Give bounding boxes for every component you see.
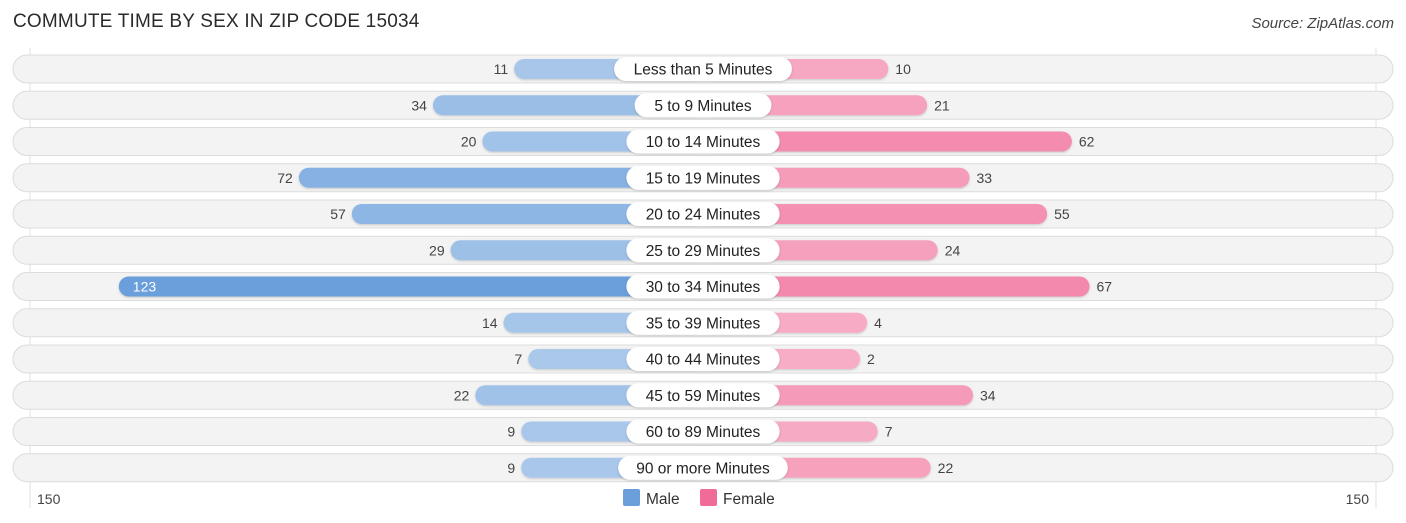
category-label: 90 or more Minutes — [636, 460, 770, 477]
legend-swatch-female — [700, 489, 717, 506]
category-label: 20 to 24 Minutes — [646, 207, 761, 224]
category-label: 30 to 34 Minutes — [646, 279, 761, 296]
chart-row: 11 10 Less than 5 Minutes — [12, 54, 1394, 84]
value-label-male: 29 — [429, 242, 445, 258]
category-label: 15 to 19 Minutes — [646, 170, 761, 187]
legend-label-female: Female — [723, 491, 775, 508]
category-label: Less than 5 Minutes — [634, 62, 773, 79]
value-label-female: 7 — [885, 424, 893, 440]
category-label: 45 to 59 Minutes — [646, 388, 761, 405]
chart-row: 34 21 5 to 9 Minutes — [12, 90, 1394, 120]
chart-row: 22 34 45 to 59 Minutes — [12, 380, 1394, 410]
value-label-female: 4 — [874, 315, 882, 331]
value-label-female: 33 — [976, 170, 992, 186]
value-label-male: 34 — [411, 97, 427, 113]
legend-swatch-male — [623, 489, 640, 506]
value-label-male: 20 — [461, 134, 477, 150]
chart-row: 9 7 60 to 89 Minutes — [12, 417, 1394, 446]
value-label-male: 123 — [133, 279, 157, 295]
value-label-male: 9 — [507, 460, 515, 476]
value-label-male: 11 — [494, 61, 509, 77]
value-label-male: 14 — [482, 315, 498, 331]
category-label: 40 to 44 Minutes — [646, 352, 761, 369]
chart-row: 20 62 10 to 14 Minutes — [12, 127, 1394, 156]
value-label-female: 21 — [934, 97, 950, 113]
chart-row: 7 2 40 to 44 Minutes — [12, 344, 1394, 374]
value-label-male: 72 — [277, 170, 293, 186]
category-label: 5 to 9 Minutes — [654, 98, 752, 115]
chart-rows: 11 10 Less than 5 Minutes 34 21 5 to 9 Minute… — [12, 48, 1394, 508]
bar-male — [118, 276, 703, 297]
chart-row: 14 4 35 to 39 Minutes — [12, 308, 1394, 338]
value-label-female: 34 — [980, 387, 996, 403]
value-label-male: 7 — [514, 351, 522, 367]
category-label: 10 to 14 Minutes — [646, 134, 761, 151]
category-label: 60 to 89 Minutes — [646, 424, 761, 441]
chart-canvas: 11 10 Less than 5 Minutes 34 21 5 to 9 Minute… — [12, 48, 1394, 508]
chart-row: 72 33 15 to 19 Minutes — [12, 163, 1394, 193]
value-label-male: 9 — [507, 424, 515, 440]
legend: Male Female — [623, 489, 775, 508]
value-label-female: 24 — [945, 242, 961, 258]
value-label-female: 10 — [895, 61, 911, 77]
category-label: 35 to 39 Minutes — [646, 315, 761, 332]
chart-row: 57 55 20 to 24 Minutes — [12, 199, 1394, 229]
value-label-male: 22 — [454, 387, 470, 403]
value-label-female: 2 — [867, 351, 875, 367]
legend-label-male: Male — [646, 491, 680, 508]
value-label-female: 22 — [938, 460, 954, 476]
chart-row: 123 67 30 to 34 Minutes — [12, 272, 1394, 301]
category-label: 25 to 29 Minutes — [646, 243, 761, 260]
chart-row: 29 24 25 to 29 Minutes — [12, 235, 1394, 265]
value-label-female: 55 — [1054, 206, 1070, 222]
value-label-female: 62 — [1079, 134, 1095, 150]
chart-row: 9 22 90 or more Minutes — [12, 453, 1394, 483]
axis-label-left: 150 — [37, 491, 61, 507]
axis-label-right: 150 — [1346, 491, 1370, 507]
value-label-female: 67 — [1097, 279, 1113, 295]
value-label-male: 57 — [330, 206, 346, 222]
